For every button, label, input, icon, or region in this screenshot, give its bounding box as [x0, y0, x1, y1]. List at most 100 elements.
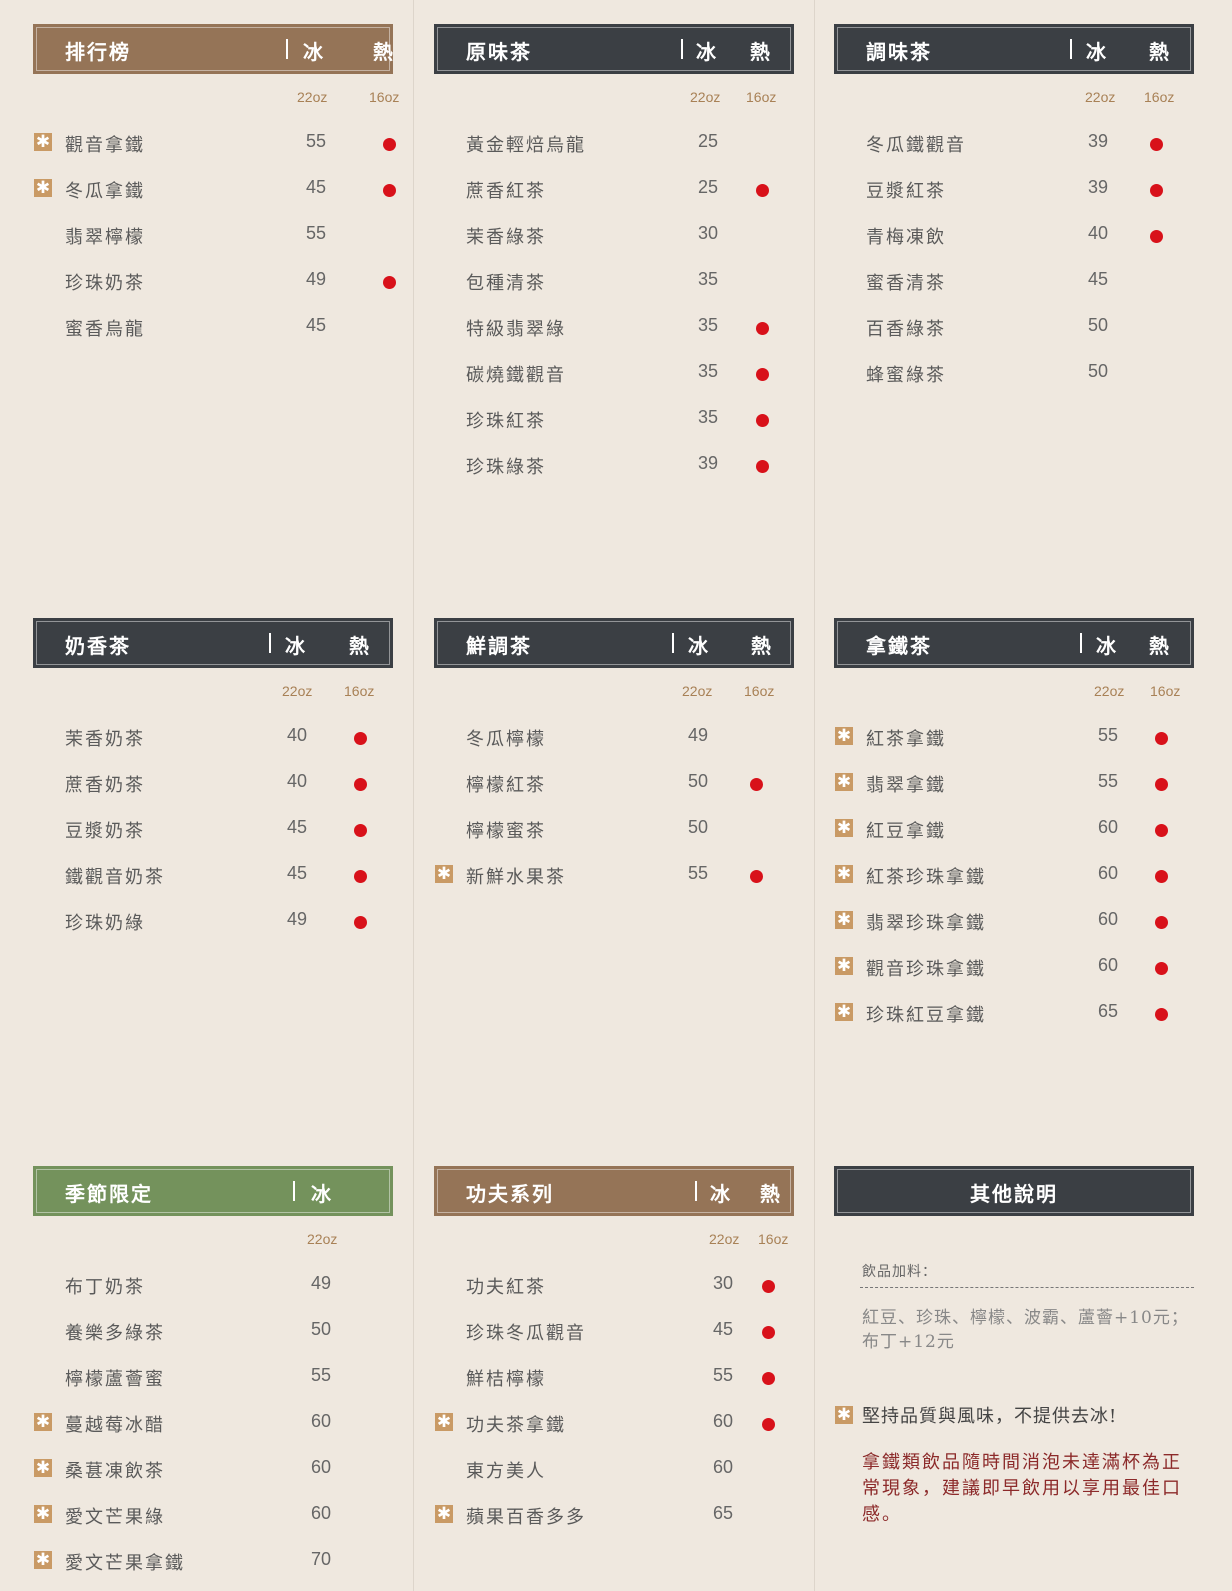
item-price: 40	[287, 771, 308, 791]
ice-label: 冰	[688, 634, 710, 658]
hot-available-icon	[383, 276, 396, 289]
item-price: 60	[1098, 863, 1119, 883]
section-title: 排行榜	[65, 40, 131, 64]
size-large-label: 22oz	[1094, 683, 1125, 699]
menu-item: 豆漿奶茶 45	[33, 815, 393, 845]
item-price: 25	[698, 177, 719, 197]
menu-section: 功夫系列 冰 熱 22oz 16oz 功夫紅茶 30 珍珠冬瓜觀音 45 鮮桔檸檬 55 ✱ 功夫茶拿鐵…	[434, 1166, 794, 1528]
star-icon: ✱	[835, 1002, 853, 1022]
section-header: 季節限定 冰	[33, 1166, 393, 1216]
item-price: 50	[688, 771, 709, 791]
menu-item: 蔗香奶茶 40	[33, 769, 393, 799]
section-title: 季節限定	[65, 1182, 153, 1206]
item-price: 39	[698, 453, 719, 473]
item-price: 45	[287, 817, 308, 837]
star-icon: ✱	[435, 1504, 453, 1524]
divider	[860, 1287, 1194, 1288]
section-header: 鮮調茶 冰 熱	[434, 618, 794, 668]
item-price: 60	[713, 1457, 734, 1477]
item-name: 養樂多綠茶	[65, 1323, 165, 1344]
star-icon: ✱	[835, 1405, 853, 1425]
section-header: 奶香茶 冰 熱	[33, 618, 393, 668]
hot-available-icon	[383, 138, 396, 151]
item-price: 60	[1098, 955, 1119, 975]
menu-item: 碳燒鐵觀音 35	[434, 359, 794, 389]
item-name: 觀音珍珠拿鐵	[866, 959, 986, 980]
size-large-label: 22oz	[307, 1231, 338, 1247]
star-icon: ✱	[34, 1412, 52, 1432]
menu-section: 季節限定 冰 22oz 布丁奶茶 49 養樂多綠茶 50 檸檬蘆薈蜜 55 ✱ 蔓越莓冰醋 60 ✱ 桑葚…	[33, 1166, 393, 1574]
item-name: 新鮮水果茶	[466, 867, 566, 888]
item-name: 蜜香清茶	[866, 273, 946, 294]
menu-item: 蜜香清茶 45	[834, 267, 1194, 297]
item-name: 鮮桔檸檬	[466, 1369, 546, 1390]
menu-item: 珍珠奶茶 49	[33, 267, 396, 297]
size-small-label: 16oz	[369, 89, 400, 105]
item-name: 鐵觀音奶茶	[65, 867, 165, 888]
section-header: 拿鐵茶 冰 熱	[834, 618, 1194, 668]
item-price: 35	[698, 315, 719, 335]
item-name: 愛文芒果拿鐵	[65, 1553, 185, 1574]
menu-item: ✱ 觀音拿鐵 55	[33, 129, 396, 159]
hot-available-icon	[750, 778, 763, 791]
hot-available-icon	[354, 732, 367, 745]
item-price: 55	[306, 223, 327, 243]
hot-available-icon	[1155, 1008, 1168, 1021]
menu-item: ✱ 紅茶珍珠拿鐵 60	[834, 861, 1194, 891]
menu-item: ✱ 愛文芒果綠 60	[33, 1501, 393, 1531]
menu-item: ✱ 珍珠紅豆拿鐵 65	[834, 999, 1194, 1029]
menu-section: 調味茶 冰 熱 22oz 16oz 冬瓜鐵觀音 39 豆漿紅茶 39 青梅凍飲 40 蜜香清茶 45 百香…	[834, 24, 1194, 386]
menu-item: 珍珠綠茶 39	[434, 451, 794, 481]
size-large-label: 22oz	[682, 683, 713, 699]
hot-available-icon	[1155, 778, 1168, 791]
item-name: 觀音拿鐵	[65, 135, 145, 156]
section-title: 拿鐵茶	[866, 634, 932, 658]
item-name: 檸檬蘆薈蜜	[65, 1369, 165, 1390]
item-name: 茉香奶茶	[65, 729, 145, 750]
menu-item: 冬瓜檸檬 49	[434, 723, 794, 753]
item-name: 東方美人	[466, 1461, 546, 1482]
hot-label: 熱	[349, 634, 371, 658]
hot-label: 熱	[1149, 40, 1171, 64]
item-name: 桑葚凍飲茶	[65, 1461, 165, 1482]
hot-available-icon	[762, 1372, 775, 1385]
ice-label: 冰	[710, 1182, 732, 1206]
menu-item: 鮮桔檸檬 55	[434, 1363, 794, 1393]
size-small-label: 16oz	[344, 683, 375, 699]
star-icon: ✱	[835, 818, 853, 838]
item-name: 紅豆拿鐵	[866, 821, 946, 842]
size-small-label: 16oz	[744, 683, 775, 699]
item-name: 珍珠奶綠	[65, 913, 145, 934]
hot-available-icon	[1155, 732, 1168, 745]
menu-item: 翡翠檸檬 55	[33, 221, 393, 251]
other-notes-section: 其他說明 飲品加料： 紅豆、珍珠、檸檬、波霸、蘆薈+10元；布丁+12元 ✱ 堅…	[834, 1166, 1194, 1525]
size-large-label: 22oz	[709, 1231, 740, 1247]
item-price: 30	[713, 1273, 734, 1293]
item-price: 60	[1098, 909, 1119, 929]
hot-available-icon	[762, 1280, 775, 1293]
item-name: 豆漿奶茶	[65, 821, 145, 842]
other-notes-header: 其他說明	[834, 1166, 1194, 1216]
item-price: 55	[713, 1365, 734, 1385]
menu-item: 蔗香紅茶 25	[434, 175, 794, 205]
item-price: 60	[311, 1503, 332, 1523]
star-icon: ✱	[34, 132, 52, 152]
menu-item: 布丁奶茶 49	[33, 1271, 393, 1301]
item-name: 紅茶珍珠拿鐵	[866, 867, 986, 888]
menu-item: ✱ 桑葚凍飲茶 60	[33, 1455, 393, 1485]
item-price: 39	[1088, 131, 1109, 151]
ice-label: 冰	[303, 40, 325, 64]
item-price: 49	[287, 909, 308, 929]
item-price: 50	[1088, 361, 1109, 381]
hot-label: 熱	[750, 40, 772, 64]
column-divider	[413, 0, 414, 1591]
ice-label: 冰	[696, 40, 718, 64]
item-price: 40	[287, 725, 308, 745]
section-title: 功夫系列	[466, 1182, 554, 1206]
menu-item: 蜜香烏龍 45	[33, 313, 393, 343]
item-name: 功夫茶拿鐵	[466, 1415, 566, 1436]
item-price: 55	[688, 863, 709, 883]
item-price: 45	[287, 863, 308, 883]
item-name: 冬瓜拿鐵	[65, 181, 145, 202]
star-icon: ✱	[835, 864, 853, 884]
